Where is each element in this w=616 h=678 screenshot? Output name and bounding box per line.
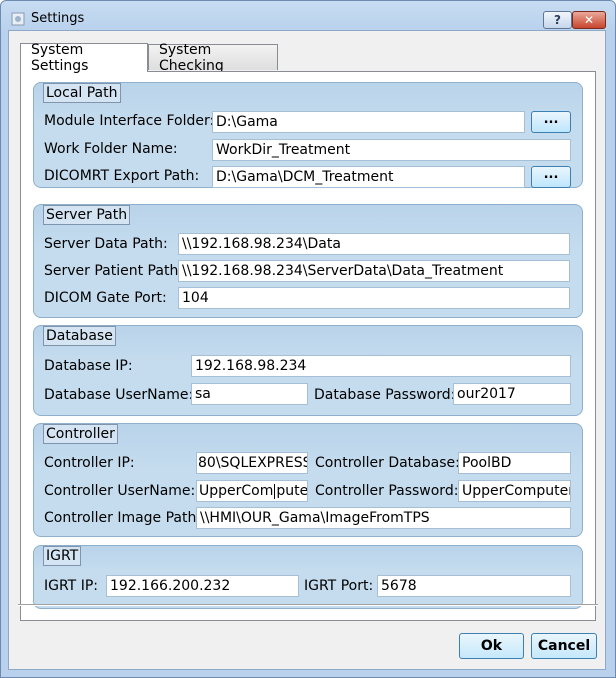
database-password-label: Database Password: (314, 387, 456, 403)
database-password-input[interactable]: our2017 (453, 383, 571, 405)
dialog-client-area: System Settings System Checking Local Pa… (8, 30, 606, 670)
dicom-gate-port-input[interactable]: 104 (178, 287, 570, 309)
database-username-input[interactable]: sa (191, 383, 308, 405)
controller-ip-input[interactable]: 80\SQLEXPRESS (196, 452, 308, 474)
local-path-group: Local Path Module Interface Folder: D:\G… (33, 82, 583, 188)
controller-username-label: Controller UserName: (44, 483, 196, 499)
window-title: Settings (31, 11, 85, 26)
controller-username-text-start: UpperCom (199, 483, 274, 499)
help-button[interactable]: ? (543, 11, 572, 29)
database-group-title: Database (43, 326, 116, 346)
igrt-group: IGRT IGRT IP: 192.166.200.232 IGRT Port:… (33, 545, 583, 609)
work-folder-name-input[interactable]: WorkDir_Treatment (212, 139, 571, 161)
igrt-ip-label: IGRT IP: (44, 578, 98, 594)
server-path-group-title: Server Path (43, 205, 131, 225)
controller-group: Controller Controller IP: 80\SQLEXPRESS … (33, 423, 583, 537)
controller-username-input[interactable]: UpperComputer (196, 480, 308, 502)
server-patient-path-input[interactable]: \\192.168.98.234\ServerData\Data_Treatme… (178, 260, 570, 282)
dicomrt-export-path-label: DICOMRT Export Path: (44, 168, 200, 184)
controller-image-path-label: Controller Image Path: (44, 510, 202, 526)
work-folder-name-label: Work Folder Name: (44, 141, 178, 157)
dicomrt-export-path-input[interactable]: D:\Gama\DCM_Treatment (212, 166, 525, 188)
controller-password-label: Controller Password: (315, 483, 459, 499)
browse-module-folder-button[interactable]: ... (531, 111, 571, 133)
database-ip-label: Database IP: (44, 358, 133, 374)
dicom-gate-port-label: DICOM Gate Port: (44, 290, 167, 306)
help-icon: ? (554, 13, 561, 27)
igrt-ip-input[interactable]: 192.166.200.232 (106, 575, 299, 597)
igrt-group-title: IGRT (43, 546, 82, 566)
tab-system-settings[interactable]: System Settings (20, 42, 148, 74)
module-interface-folder-input[interactable]: D:\Gama (212, 111, 525, 133)
settings-app-icon (11, 12, 25, 26)
database-group: Database Database IP: 192.168.98.234 Dat… (33, 325, 583, 416)
browse-export-path-button[interactable]: ... (531, 166, 571, 188)
tab-system-checking[interactable]: System Checking (148, 42, 278, 74)
igrt-port-label: IGRT Port: (304, 578, 374, 594)
controller-database-input[interactable]: PoolBD (458, 452, 571, 474)
database-ip-input[interactable]: 192.168.98.234 (191, 355, 571, 377)
controller-database-label: Controller Database: (315, 455, 460, 471)
controller-image-path-input[interactable]: \\HMI\OUR_Gama\ImageFromTPS (196, 507, 571, 529)
controller-password-input[interactable]: UpperComputer (458, 480, 571, 502)
igrt-port-input[interactable]: 5678 (377, 575, 571, 597)
close-icon: ✕ (583, 13, 595, 27)
ok-button[interactable]: Ok (459, 633, 524, 659)
server-data-path-label: Server Data Path: (44, 236, 168, 252)
controller-ip-label: Controller IP: (44, 455, 135, 471)
database-username-label: Database UserName: (44, 387, 194, 403)
system-settings-panel: Local Path Module Interface Folder: D:\G… (20, 71, 596, 621)
footer-separator-highlight (18, 605, 598, 606)
server-data-path-input[interactable]: \\192.168.98.234\Data (178, 233, 570, 255)
local-path-group-title: Local Path (43, 83, 121, 103)
controller-username-text-end: puter (276, 483, 308, 499)
close-button[interactable]: ✕ (572, 11, 606, 29)
controller-group-title: Controller (43, 424, 118, 444)
module-interface-folder-label: Module Interface Folder: (44, 113, 215, 129)
cancel-button[interactable]: Cancel (531, 633, 597, 659)
server-patient-path-label: Server Patient Path: (44, 263, 184, 279)
server-path-group: Server Path Server Data Path: \\192.168.… (33, 204, 583, 318)
